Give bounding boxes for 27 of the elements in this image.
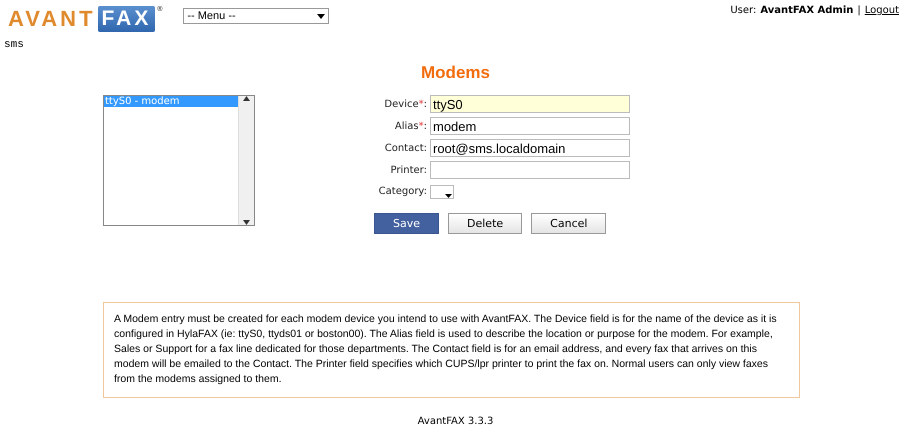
field-label: Printer: bbox=[390, 164, 427, 176]
version-text: AvantFAX 3.3.3 bbox=[416, 416, 494, 427]
user-name: AvantFAX Admin bbox=[760, 5, 854, 16]
separator: | bbox=[857, 5, 861, 16]
action-button[interactable]: Delete bbox=[448, 213, 522, 234]
caret-icon bbox=[317, 14, 326, 18]
scroll-down-icon[interactable] bbox=[243, 220, 250, 225]
caret-icon bbox=[445, 194, 452, 198]
input-field[interactable] bbox=[430, 161, 630, 179]
field-label: Category: bbox=[378, 186, 427, 196]
action-button[interactable]: Save bbox=[374, 213, 440, 234]
user-label: User: bbox=[730, 5, 756, 16]
field-label: Contact: bbox=[384, 142, 427, 154]
host-name: sms bbox=[3, 39, 25, 51]
input-field[interactable]: ttyS0 bbox=[430, 95, 630, 113]
page-title: Modems bbox=[420, 63, 491, 83]
help-text: A Modem entry must be created for each modem device you intend to use with AvantFAX. The Device field is for the name of the device as it is configured in HylaFAX (ie: ttyS0, ttyds01 or boston00). The Alias field is used to describe the location or purpose for the modem. For example, Sales or Support for a fax line dedicated for those departments. The Contact field is for an email address, and every fax that arrives on this modem will be emailed to the Contact. The Printer field specifies which CUPS/lpr printer to print the fax on. Normal users can only view faxes from the modems assigned to them. bbox=[103, 302, 800, 398]
category-dropdown[interactable] bbox=[430, 185, 454, 199]
action-button[interactable]: Cancel bbox=[531, 213, 606, 234]
scroll-up-icon[interactable] bbox=[243, 96, 250, 101]
field-label: Device*: bbox=[383, 98, 427, 110]
scrollbar[interactable] bbox=[238, 96, 254, 225]
menu-dropdown[interactable]: -- Menu -- bbox=[183, 8, 330, 24]
input-field[interactable]: modem bbox=[430, 117, 630, 135]
logout-link[interactable]: Logout bbox=[864, 5, 899, 16]
input-field[interactable]: root@sms.localdomain bbox=[430, 139, 630, 157]
field-label: Alias*: bbox=[394, 120, 427, 132]
